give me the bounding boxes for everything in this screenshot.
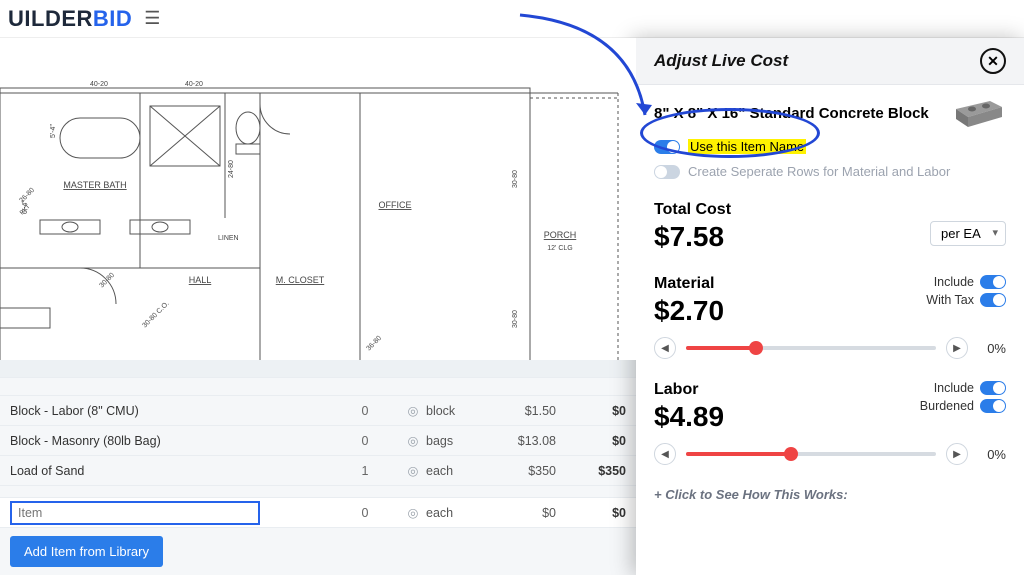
separate-rows-toggle[interactable] xyxy=(654,165,680,179)
total-cost-value: $7.58 xyxy=(654,221,731,253)
labor-label: Labor xyxy=(654,381,724,399)
table-row[interactable]: Block - Masonry (80lb Bag) 0 ◎ bags $13.… xyxy=(0,426,636,456)
blueprint-canvas[interactable]: MASTER BATH OFFICE M. CLOSET HALL PORCH … xyxy=(0,38,636,360)
material-withtax-toggle[interactable] xyxy=(980,293,1006,307)
svg-text:M. CLOSET: M. CLOSET xyxy=(276,275,325,285)
svg-text:30-80: 30-80 xyxy=(512,170,519,188)
labor-include-toggle[interactable] xyxy=(980,381,1006,395)
svg-text:PORCH: PORCH xyxy=(544,230,577,240)
measure-icon: ◎ xyxy=(400,463,426,478)
material-slider[interactable] xyxy=(686,346,936,350)
material-value: $2.70 xyxy=(654,295,724,327)
measure-icon: ◎ xyxy=(400,505,426,520)
close-icon[interactable]: ✕ xyxy=(980,48,1006,74)
svg-text:OFFICE: OFFICE xyxy=(379,200,412,210)
item-input[interactable] xyxy=(10,501,260,525)
labor-burdened-toggle[interactable] xyxy=(980,399,1006,413)
measure-icon: ◎ xyxy=(400,433,426,448)
material-include-toggle[interactable] xyxy=(980,275,1006,289)
svg-text:12' CLG: 12' CLG xyxy=(547,245,572,252)
svg-text:24-80: 24-80 xyxy=(228,160,235,178)
svg-text:MASTER BATH: MASTER BATH xyxy=(63,180,126,190)
svg-text:HALL: HALL xyxy=(189,275,212,285)
item-thumbnail xyxy=(952,97,1006,129)
item-name: 8" X 8" X 16" Standard Concrete Block xyxy=(654,105,942,122)
use-item-name-toggle[interactable] xyxy=(654,140,680,154)
add-item-button[interactable]: Add Item from Library xyxy=(10,536,163,567)
svg-text:30-80 C.O.: 30-80 C.O. xyxy=(141,300,170,329)
labor-percent: 0% xyxy=(978,447,1006,462)
labor-decrease-button[interactable]: ◀ xyxy=(654,443,676,465)
measure-icon: ◎ xyxy=(400,403,426,418)
labor-increase-button[interactable]: ▶ xyxy=(946,443,968,465)
separate-rows-label: Create Seperate Rows for Material and La… xyxy=(688,164,950,179)
labor-slider[interactable] xyxy=(686,452,936,456)
svg-text:5'-4": 5'-4" xyxy=(50,124,57,138)
unit-select[interactable]: per EA xyxy=(930,221,1006,246)
material-percent: 0% xyxy=(978,341,1006,356)
svg-text:30-80: 30-80 xyxy=(512,310,519,328)
labor-value: $4.89 xyxy=(654,401,724,433)
material-decrease-button[interactable]: ◀ xyxy=(654,337,676,359)
see-how-link[interactable]: + Click to See How This Works: xyxy=(654,487,1006,502)
table-row[interactable]: Load of Sand 1 ◎ each $350 $350 xyxy=(0,456,636,486)
table-row[interactable]: 0 ◎ each $0 $0 xyxy=(0,498,636,528)
svg-text:LINEN: LINEN xyxy=(218,235,239,242)
use-item-name-label: Use this Item Name xyxy=(688,139,806,154)
material-increase-button[interactable]: ▶ xyxy=(946,337,968,359)
table-row[interactable]: Block - Labor (8" CMU) 0 ◎ block $1.50 $… xyxy=(0,396,636,426)
svg-text:40-20: 40-20 xyxy=(185,81,203,88)
material-label: Material xyxy=(654,275,724,293)
svg-text:40-20: 40-20 xyxy=(90,81,108,88)
panel-title: Adjust Live Cost xyxy=(654,51,788,71)
logo: UILDERBID xyxy=(8,6,132,32)
menu-icon[interactable]: ☰ xyxy=(144,8,160,29)
adjust-cost-panel: Adjust Live Cost ✕ 8" X 8" X 16" Standar… xyxy=(636,38,1024,575)
total-cost-label: Total Cost xyxy=(654,201,731,219)
svg-text:36-80: 36-80 xyxy=(365,335,383,353)
cost-table: Block - Labor (8" CMU) 0 ◎ block $1.50 $… xyxy=(0,360,636,575)
